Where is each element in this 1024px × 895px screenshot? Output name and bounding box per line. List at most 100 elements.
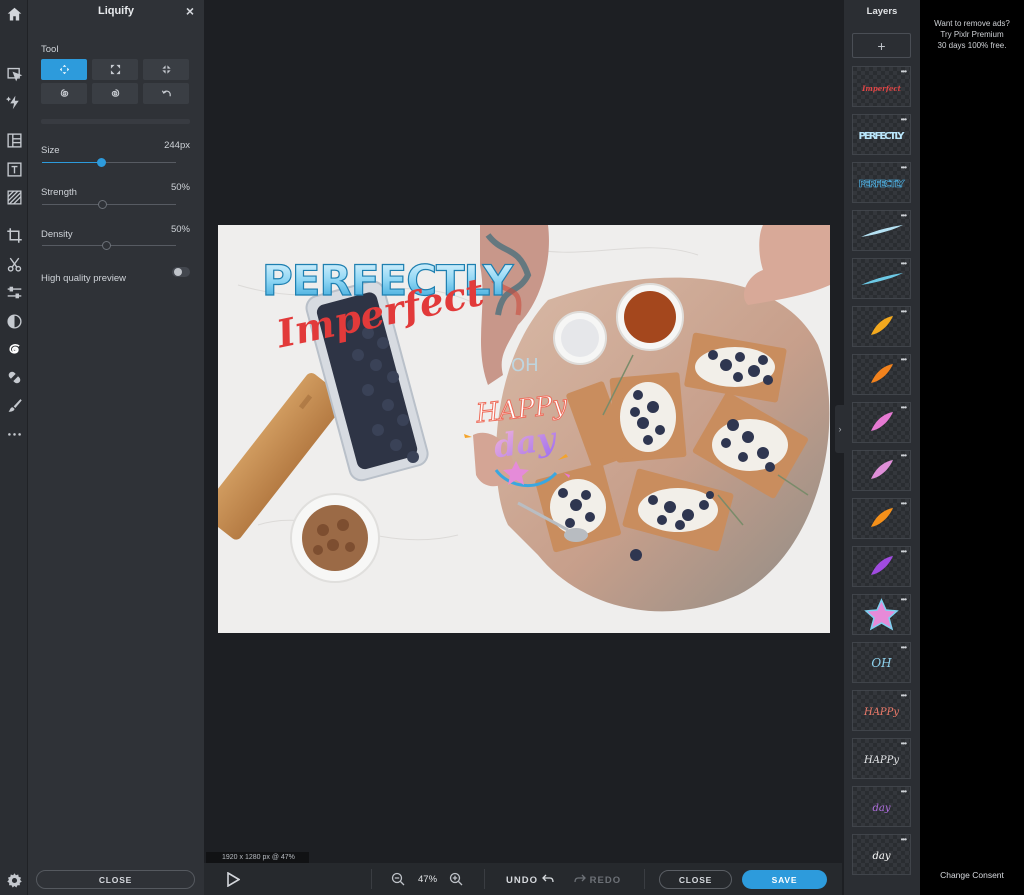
layer-shape bbox=[871, 508, 893, 527]
layer-shape bbox=[871, 316, 893, 335]
text-icon[interactable] bbox=[2, 157, 26, 181]
layer-thumbnail[interactable]: ••• bbox=[852, 258, 911, 299]
undo-button[interactable]: UNDO bbox=[506, 874, 554, 886]
layer-more-icon[interactable]: ••• bbox=[901, 212, 907, 220]
zoom-level: 47% bbox=[418, 874, 438, 885]
layer-thumbnail[interactable]: ••• bbox=[852, 354, 911, 395]
layer-more-icon[interactable]: ••• bbox=[901, 308, 907, 316]
layer-more-icon[interactable]: ••• bbox=[901, 116, 907, 124]
separator bbox=[484, 869, 485, 889]
crop-icon[interactable] bbox=[2, 223, 26, 247]
layer-thumbnail[interactable]: ••• bbox=[852, 402, 911, 443]
swirl-right-tool-button[interactable] bbox=[92, 83, 138, 104]
ai-icon[interactable] bbox=[2, 90, 26, 114]
density-slider-thumb[interactable] bbox=[102, 241, 112, 250]
layer-more-icon[interactable]: ••• bbox=[901, 692, 907, 700]
layout-icon[interactable] bbox=[2, 128, 26, 152]
separator bbox=[644, 869, 645, 889]
layer-more-icon[interactable]: ••• bbox=[901, 68, 907, 76]
push-tool-button[interactable] bbox=[41, 59, 87, 80]
canvas-workspace: PERFECTLY Imperfect OH HAPPy day 1920 x … bbox=[204, 0, 842, 863]
layer-thumbnail[interactable]: ••• bbox=[852, 594, 911, 635]
hq-preview-label: High quality preview bbox=[41, 273, 127, 284]
pinch-tool-button[interactable] bbox=[143, 59, 189, 80]
separator bbox=[371, 869, 372, 889]
layer-more-icon[interactable]: ••• bbox=[901, 788, 907, 796]
layer-thumbnail[interactable]: ••• bbox=[852, 306, 911, 347]
redo-button[interactable]: REDO bbox=[574, 874, 621, 886]
home-icon[interactable] bbox=[2, 2, 26, 26]
layer-thumbnail[interactable]: PERFECTLY ••• bbox=[852, 114, 911, 155]
layer-thumbnail[interactable]: ••• bbox=[852, 498, 911, 539]
layer-thumbnail[interactable]: ••• bbox=[852, 210, 911, 251]
save-button[interactable]: SAVE bbox=[742, 870, 827, 889]
layer-thumbnail[interactable]: Imperfect ••• bbox=[852, 66, 911, 107]
layer-more-icon[interactable]: ••• bbox=[901, 596, 907, 604]
bottom-bar: 47% UNDO REDO CLOSE SAVE bbox=[204, 863, 842, 895]
close-button[interactable]: CLOSE bbox=[659, 870, 732, 889]
layer-text: HAPPy bbox=[863, 707, 899, 718]
filter-icon[interactable] bbox=[2, 309, 26, 333]
layer-more-icon[interactable]: ••• bbox=[901, 404, 907, 412]
tool-grid bbox=[41, 59, 190, 104]
restore-tool-button[interactable] bbox=[143, 83, 189, 104]
layer-thumbnail[interactable]: ••• bbox=[852, 546, 911, 587]
layer-thumbnail[interactable]: ••• bbox=[852, 450, 911, 491]
zoom-out-icon[interactable] bbox=[391, 872, 405, 891]
layer-more-icon[interactable]: ••• bbox=[901, 644, 907, 652]
zoom-in-icon[interactable] bbox=[449, 872, 463, 891]
settings-icon[interactable] bbox=[2, 868, 26, 892]
panel-close-button[interactable]: CLOSE bbox=[36, 870, 195, 889]
layer-star-shape bbox=[864, 598, 899, 631]
more-icon[interactable] bbox=[2, 421, 26, 445]
bloat-tool-button[interactable] bbox=[92, 59, 138, 80]
layer-more-icon[interactable]: ••• bbox=[901, 452, 907, 460]
ad-text[interactable]: Want to remove ads? Try Pixlr Premium 30… bbox=[920, 18, 1024, 51]
heal-icon[interactable] bbox=[2, 365, 26, 389]
density-slider[interactable] bbox=[42, 241, 176, 250]
texture-icon[interactable] bbox=[2, 185, 26, 209]
redo-icon bbox=[574, 874, 586, 883]
layer-more-icon[interactable]: ••• bbox=[901, 356, 907, 364]
layer-more-icon[interactable]: ••• bbox=[901, 836, 907, 844]
liquify-panel: Liquify × Tool Size 244px Strength 50% D… bbox=[28, 0, 204, 895]
strength-label: Strength bbox=[41, 187, 77, 198]
cutout-icon[interactable] bbox=[2, 252, 26, 276]
layer-more-icon[interactable]: ••• bbox=[901, 260, 907, 268]
size-slider[interactable] bbox=[42, 158, 176, 167]
image-dimensions: 1920 x 1280 px @ 47% bbox=[206, 852, 309, 863]
liquify-icon[interactable] bbox=[2, 337, 26, 361]
layer-shape bbox=[861, 225, 903, 237]
layer-thumbnail[interactable]: PERFECTLY ••• bbox=[852, 162, 911, 203]
layer-text: HAPPy bbox=[863, 755, 899, 766]
layer-thumbnail[interactable]: day ••• bbox=[852, 786, 911, 827]
image-canvas[interactable]: PERFECTLY Imperfect OH HAPPy day bbox=[218, 225, 830, 633]
swirl-left-tool-button[interactable] bbox=[41, 83, 87, 104]
layer-thumbnail[interactable]: HAPPy ••• bbox=[852, 738, 911, 779]
adjust-icon[interactable] bbox=[2, 280, 26, 304]
add-layer-button[interactable]: + bbox=[852, 33, 911, 58]
density-row: Density 50% bbox=[41, 224, 190, 242]
layer-thumbnail[interactable]: OH ••• bbox=[852, 642, 911, 683]
arrange-icon[interactable] bbox=[2, 62, 26, 86]
brush-icon[interactable] bbox=[2, 393, 26, 417]
hq-preview-row: High quality preview bbox=[41, 267, 190, 286]
layer-thumbnail[interactable]: day ••• bbox=[852, 834, 911, 875]
layer-more-icon[interactable]: ••• bbox=[901, 548, 907, 556]
layer-text: OH bbox=[871, 656, 892, 670]
strength-slider-thumb[interactable] bbox=[98, 200, 108, 209]
ad-line: 30 days 100% free. bbox=[937, 41, 1007, 50]
layer-shape bbox=[871, 460, 893, 479]
close-icon[interactable]: × bbox=[186, 4, 194, 18]
layer-more-icon[interactable]: ••• bbox=[901, 500, 907, 508]
strength-value: 50% bbox=[170, 182, 190, 193]
layer-more-icon[interactable]: ••• bbox=[901, 740, 907, 748]
layer-thumbnail[interactable]: HAPPy ••• bbox=[852, 690, 911, 731]
hq-preview-toggle[interactable] bbox=[172, 267, 190, 277]
panel-title: Liquify bbox=[97, 5, 135, 17]
layer-more-icon[interactable]: ••• bbox=[901, 164, 907, 172]
strength-slider[interactable] bbox=[42, 200, 176, 209]
size-slider-thumb[interactable] bbox=[96, 158, 106, 167]
play-icon[interactable] bbox=[226, 871, 241, 892]
change-consent-link[interactable]: Change Consent bbox=[920, 870, 1024, 880]
